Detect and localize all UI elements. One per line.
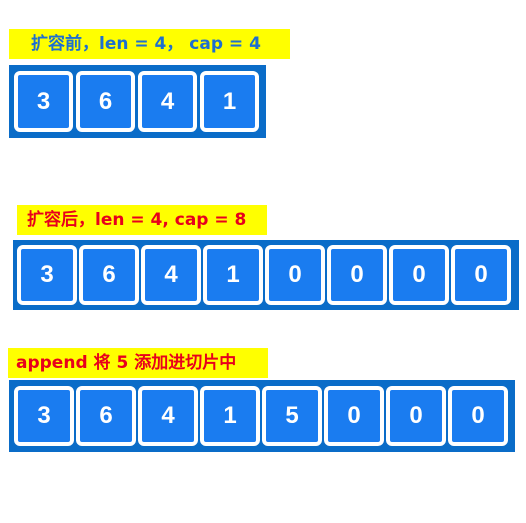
array-cell: 3 [17,245,77,305]
array-cell: 0 [389,245,449,305]
append-array: 36415000 [9,380,515,452]
array-cell: 0 [386,386,446,446]
array-cell: 6 [79,245,139,305]
array-cell: 6 [76,71,135,132]
before-expansion-array: 3641 [9,65,266,138]
after-expansion-array: 36410000 [13,240,519,310]
array-cell: 3 [14,386,74,446]
array-cell: 0 [265,245,325,305]
array-cell: 0 [448,386,508,446]
array-cell: 1 [200,71,259,132]
array-cell: 4 [138,386,198,446]
array-cell: 1 [200,386,260,446]
array-cell: 0 [324,386,384,446]
before-expansion-label: 扩容前，len = 4， cap = 4 [9,29,290,59]
array-cell: 4 [138,71,197,132]
array-cell: 4 [141,245,201,305]
after-expansion-label: 扩容后，len = 4, cap = 8 [17,205,267,235]
append-label: append 将 5 添加进切片中 [8,348,268,378]
array-cell: 3 [14,71,73,132]
array-cell: 0 [451,245,511,305]
array-cell: 1 [203,245,263,305]
array-cell: 5 [262,386,322,446]
array-cell: 0 [327,245,387,305]
array-cell: 6 [76,386,136,446]
